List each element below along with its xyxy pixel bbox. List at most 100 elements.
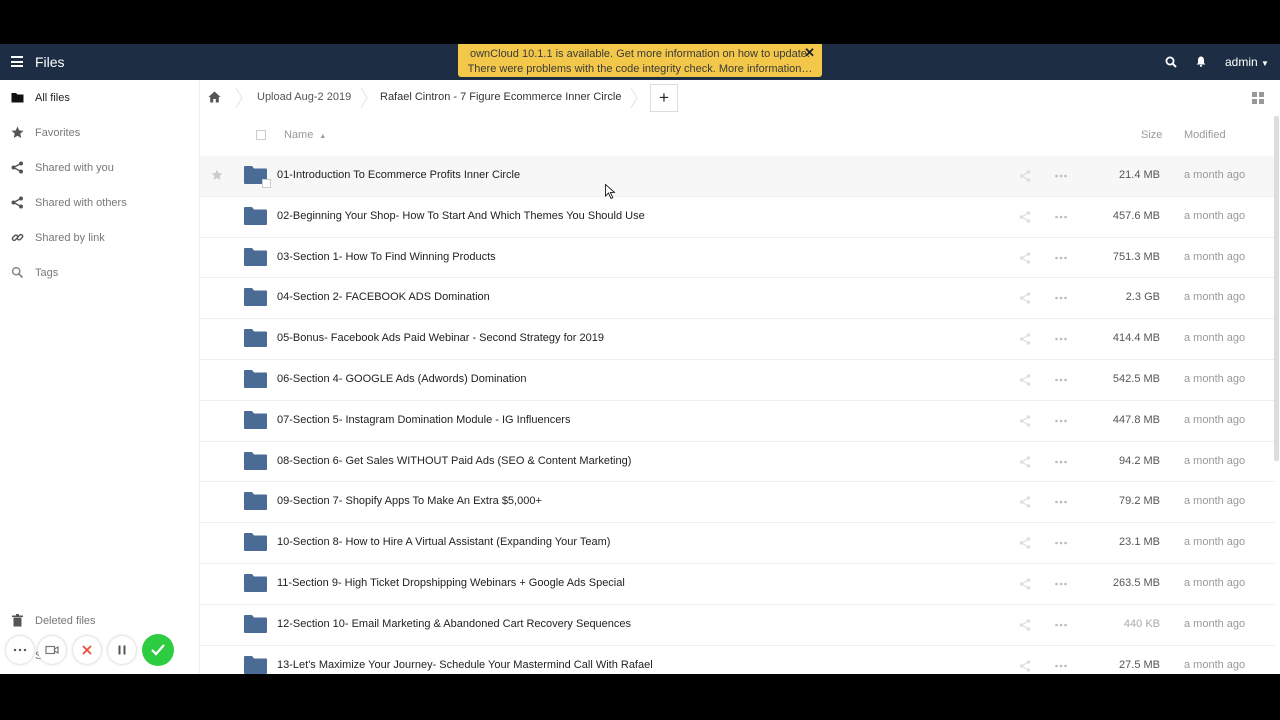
sidebar-item-favorites[interactable]: Favorites <box>0 115 200 150</box>
share-icon[interactable] <box>1019 415 1031 427</box>
share-icon[interactable] <box>1019 578 1031 590</box>
more-actions-icon[interactable] <box>1055 337 1067 341</box>
row-checkbox[interactable] <box>262 179 271 188</box>
more-options-button[interactable] <box>6 636 34 664</box>
share-icon[interactable] <box>1019 374 1031 386</box>
cancel-recording-button[interactable] <box>73 636 101 664</box>
file-name[interactable]: 09-Section 7- Shopify Apps To Make An Ex… <box>277 495 542 507</box>
search-icon[interactable] <box>1165 56 1177 68</box>
more-actions-icon[interactable] <box>1055 174 1067 178</box>
folder-icon[interactable] <box>244 451 267 470</box>
file-name[interactable]: 08-Section 6- Get Sales WITHOUT Paid Ads… <box>277 455 631 467</box>
file-row[interactable]: 07-Section 5- Instagram Domination Modul… <box>200 401 1275 442</box>
file-name[interactable]: 04-Section 2- FACEBOOK ADS Domination <box>277 291 490 303</box>
more-actions-icon[interactable] <box>1055 582 1067 586</box>
menu-icon[interactable] <box>11 56 23 67</box>
folder-icon[interactable] <box>244 247 267 266</box>
notice-line-1[interactable]: ownCloud 10.1.1 is available. Get more i… <box>458 47 822 62</box>
camera-toggle-button[interactable] <box>38 636 66 664</box>
folder-icon[interactable] <box>244 410 267 429</box>
share-icon[interactable] <box>1019 659 1031 672</box>
folder-icon[interactable] <box>244 288 267 307</box>
folder-icon[interactable] <box>244 533 267 552</box>
share-icon[interactable] <box>1019 619 1031 631</box>
sidebar-item-shared-by-link[interactable]: Shared by link <box>0 220 200 255</box>
star-icon <box>11 126 24 138</box>
share-icon[interactable] <box>1019 170 1031 182</box>
share-icon[interactable] <box>1019 496 1031 509</box>
sidebar-item-tags[interactable]: Tags <box>0 255 200 290</box>
file-name[interactable]: 01-Introduction To Ecommerce Profits Inn… <box>277 169 520 181</box>
more-actions-icon[interactable] <box>1055 256 1067 260</box>
more-actions-icon[interactable] <box>1055 460 1067 464</box>
more-actions-icon[interactable] <box>1055 296 1067 300</box>
user-menu[interactable]: admin ▼ <box>1225 55 1269 69</box>
file-name[interactable]: 06-Section 4- GOOGLE Ads (Adwords) Domin… <box>277 373 526 385</box>
file-row[interactable]: 08-Section 6- Get Sales WITHOUT Paid Ads… <box>200 442 1275 483</box>
pause-recording-button[interactable] <box>108 636 136 664</box>
new-file-button[interactable]: + <box>650 84 678 112</box>
sidebar-item-all-files[interactable]: All files <box>0 80 200 115</box>
breadcrumb-current-folder[interactable]: Rafael Cintron - 7 Figure Ecommerce Inne… <box>380 91 621 103</box>
more-actions-icon[interactable] <box>1055 664 1067 668</box>
file-name[interactable]: 10-Section 8- How to Hire A Virtual Assi… <box>277 536 610 548</box>
share-icon[interactable] <box>1019 455 1031 468</box>
more-actions-icon[interactable] <box>1055 215 1067 219</box>
breadcrumb-upload-folder[interactable]: Upload Aug-2 2019 <box>257 91 351 103</box>
more-actions-icon[interactable] <box>1055 623 1067 627</box>
more-actions-icon[interactable] <box>1055 541 1067 545</box>
name-column-header[interactable]: Name ▲ <box>284 129 326 141</box>
grid-view-icon[interactable] <box>1252 92 1264 104</box>
share-icon[interactable] <box>1019 537 1031 549</box>
file-row[interactable]: 02-Beginning Your Shop- How To Start And… <box>200 197 1275 238</box>
update-notice[interactable]: ownCloud 10.1.1 is available. Get more i… <box>458 44 822 77</box>
select-all-checkbox[interactable] <box>256 130 266 140</box>
sidebar-item-shared-with-others[interactable]: Shared with others <box>0 185 200 220</box>
sidebar-item-shared-with-you[interactable]: Shared with you <box>0 150 200 185</box>
file-row[interactable]: 06-Section 4- GOOGLE Ads (Adwords) Domin… <box>200 360 1275 401</box>
scrollbar[interactable] <box>1274 116 1279 461</box>
more-actions-icon[interactable] <box>1055 419 1067 423</box>
file-row[interactable]: 11-Section 9- High Ticket Dropshipping W… <box>200 564 1275 605</box>
file-row[interactable]: 12-Section 10- Email Marketing & Abandon… <box>200 605 1275 646</box>
folder-icon[interactable] <box>244 329 267 348</box>
file-name[interactable]: 03-Section 1- How To Find Winning Produc… <box>277 251 496 263</box>
bell-icon[interactable] <box>1196 56 1206 67</box>
file-name[interactable]: 05-Bonus- Facebook Ads Paid Webinar - Se… <box>277 332 604 344</box>
file-row[interactable]: 09-Section 7- Shopify Apps To Make An Ex… <box>200 482 1275 524</box>
modified-column-header[interactable]: Modified <box>1184 129 1226 141</box>
file-name[interactable]: 12-Section 10- Email Marketing & Abandon… <box>277 618 631 630</box>
close-notice-button[interactable]: ✕ <box>804 45 815 60</box>
share-icon[interactable] <box>1019 292 1031 305</box>
home-icon[interactable] <box>208 91 221 103</box>
folder-icon[interactable] <box>244 573 267 592</box>
notice-line-2[interactable]: There were problems with the code integr… <box>458 62 822 77</box>
more-actions-icon[interactable] <box>1055 500 1067 504</box>
share-icon[interactable] <box>1019 211 1031 223</box>
sidebar-item-deleted-files[interactable]: Deleted files <box>0 603 200 638</box>
file-name[interactable]: 13-Let's Maximize Your Journey- Schedule… <box>277 659 653 671</box>
file-row[interactable]: 04-Section 2- FACEBOOK ADS Domination 2.3… <box>200 278 1275 320</box>
star-icon[interactable] <box>211 169 223 181</box>
folder-icon[interactable] <box>244 369 267 388</box>
file-name[interactable]: 11-Section 9- High Ticket Dropshipping W… <box>277 577 625 589</box>
file-row[interactable]: 13-Let's Maximize Your Journey- Schedule… <box>200 646 1275 674</box>
share-icon[interactable] <box>1019 251 1031 264</box>
file-row[interactable]: 10-Section 8- How to Hire A Virtual Assi… <box>200 523 1275 564</box>
file-name[interactable]: 07-Section 5- Instagram Domination Modul… <box>277 414 570 426</box>
file-row[interactable]: 03-Section 1- How To Find Winning Produc… <box>200 238 1275 279</box>
folder-icon[interactable] <box>244 655 267 674</box>
app-title[interactable]: Files <box>35 54 65 70</box>
folder-icon[interactable] <box>244 206 267 225</box>
finish-recording-button[interactable] <box>142 634 174 666</box>
file-row[interactable]: 05-Bonus- Facebook Ads Paid Webinar - Se… <box>200 319 1275 360</box>
share-icon[interactable] <box>1019 333 1031 345</box>
sidebar-item-label: Tags <box>35 267 59 279</box>
folder-icon[interactable] <box>244 492 267 511</box>
file-name[interactable]: 02-Beginning Your Shop- How To Start And… <box>277 210 645 222</box>
folder-icon[interactable] <box>244 614 267 633</box>
more-actions-icon[interactable] <box>1055 378 1067 382</box>
breadcrumb-separator-icon <box>360 88 368 108</box>
file-row[interactable]: 01-Introduction To Ecommerce Profits Inn… <box>200 156 1275 197</box>
size-column-header[interactable]: Size <box>1141 129 1162 141</box>
